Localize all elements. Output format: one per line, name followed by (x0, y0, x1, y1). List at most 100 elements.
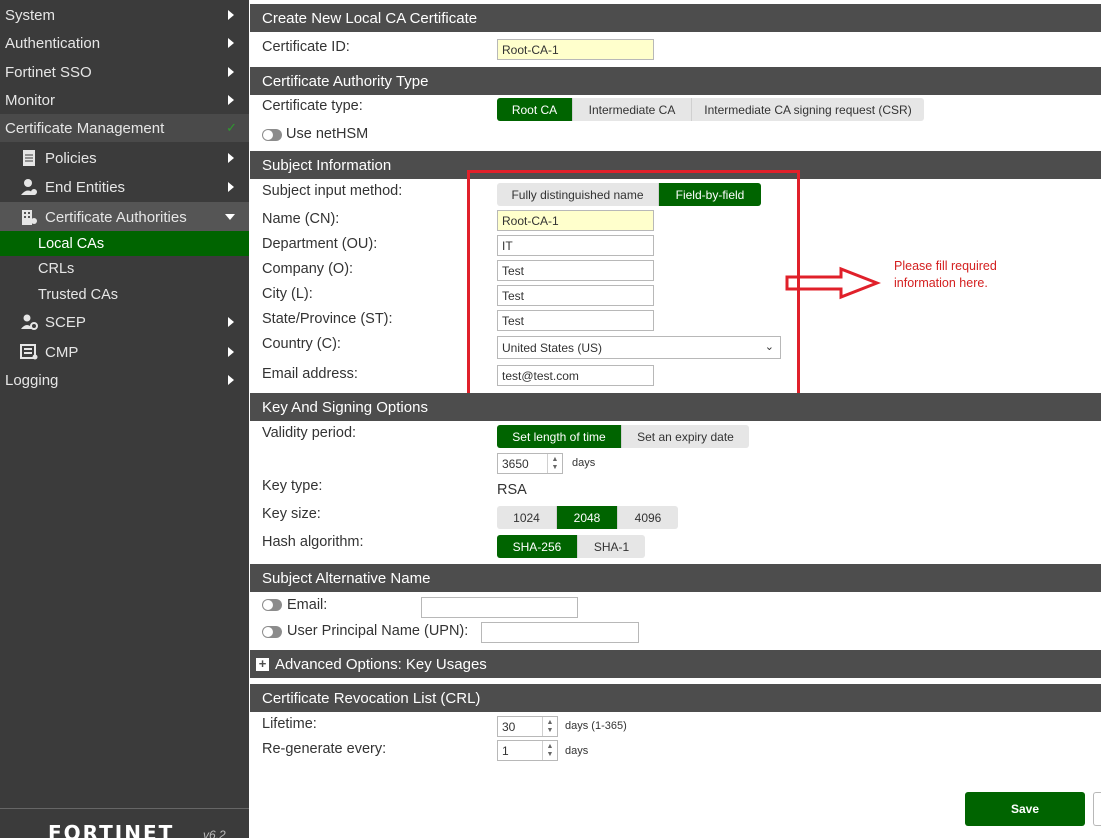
nav-end-entities[interactable]: End Entities (0, 172, 249, 202)
document-icon (20, 149, 38, 167)
validity-label: Validity period: (262, 425, 357, 441)
sidebar-footer: FORTINET v6.2 (0, 808, 249, 838)
cancel-button[interactable] (1093, 792, 1101, 826)
cert-type-intermediate-ca[interactable]: Intermediate CA (573, 98, 692, 121)
nav-monitor[interactable]: Monitor (0, 86, 249, 114)
regen-stepper[interactable]: 1 ▲ ▼ (497, 740, 558, 761)
nav-crls-label: CRLs (38, 260, 75, 277)
nav-monitor-label: Monitor (5, 91, 56, 109)
lifetime-stepper[interactable]: 30 ▲ ▼ (497, 716, 558, 737)
cert-type-selector: Root CA Intermediate CA Intermediate CA … (497, 98, 924, 121)
advanced-header[interactable]: + Advanced Options: Key Usages (250, 650, 1101, 678)
nav-logging[interactable]: Logging (0, 366, 249, 394)
nethsm-toggle[interactable] (262, 129, 282, 141)
stepper-arrows-icon[interactable]: ▲ ▼ (547, 454, 562, 473)
nav-certificate-management-label: Certificate Management (5, 119, 165, 137)
key-size-2048[interactable]: 2048 (557, 506, 618, 529)
subject-input-label: Subject input method: (262, 183, 403, 199)
key-size-selector: 1024 2048 4096 (497, 506, 678, 529)
nav-certificate-authorities-label: Certificate Authorities (45, 208, 187, 226)
email-label: Email address: (262, 366, 358, 382)
lifetime-value: 30 (502, 719, 516, 734)
san-header: Subject Alternative Name (250, 564, 1101, 592)
validity-expiry-date[interactable]: Set an expiry date (622, 425, 749, 448)
country-label: Country (C): (262, 336, 341, 352)
key-size-4096[interactable]: 4096 (618, 506, 678, 529)
chevron-right-icon (228, 347, 234, 357)
cert-type-csr[interactable]: Intermediate CA signing request (CSR) (692, 98, 924, 121)
nav-policies[interactable]: Policies (0, 143, 249, 173)
state-label: State/Province (ST): (262, 311, 393, 327)
san-email-toggle[interactable] (262, 599, 282, 611)
lifetime-label: Lifetime: (262, 716, 317, 732)
hash-sha1[interactable]: SHA-1 (578, 535, 645, 558)
main-panel: Create New Local CA Certificate Certific… (250, 0, 1101, 838)
nav-certificate-authorities[interactable]: Certificate Authorities (0, 202, 249, 232)
sidebar: System Authentication Fortinet SSO Monit… (0, 0, 249, 838)
nav-fortinet-sso[interactable]: Fortinet SSO (0, 58, 249, 86)
validity-selector: Set length of time Set an expiry date (497, 425, 749, 448)
validity-days-stepper[interactable]: 3650 ▲ ▼ (497, 453, 563, 474)
crl-header: Certificate Revocation List (CRL) (250, 684, 1101, 712)
nav-local-cas[interactable]: Local CAs (0, 231, 249, 256)
save-button[interactable]: Save (965, 792, 1085, 826)
nav-trusted-cas[interactable]: Trusted CAs (0, 282, 249, 307)
nav-crls[interactable]: CRLs (0, 256, 249, 281)
nav-scep-label: SCEP (45, 313, 86, 331)
nav-logging-label: Logging (5, 371, 59, 389)
chevron-right-icon (228, 95, 234, 105)
stepper-arrows-icon[interactable]: ▲ ▼ (542, 741, 557, 760)
users-gear-icon (20, 313, 38, 331)
hash-label: Hash algorithm: (262, 534, 364, 550)
nav-system[interactable]: System (0, 1, 249, 29)
validity-days-unit: days (572, 457, 596, 469)
expand-plus-icon[interactable]: + (256, 657, 269, 671)
key-size-1024[interactable]: 1024 (497, 506, 557, 529)
nav-certificate-management[interactable]: Certificate Management ✓ (0, 114, 249, 142)
name-label: Name (CN): (262, 211, 340, 227)
chevron-right-icon (228, 182, 234, 192)
nav-authentication[interactable]: Authentication (0, 29, 249, 57)
annotation-text: Please fill required information here. (894, 259, 997, 290)
chevron-right-icon (228, 67, 234, 77)
city-label: City (L): (262, 286, 313, 302)
nethsm-label: Use netHSM (286, 126, 369, 142)
cert-type-label: Certificate type: (262, 98, 363, 114)
arrow-right-icon (785, 266, 881, 300)
san-upn-input[interactable] (481, 622, 639, 643)
nav-scep[interactable]: SCEP (0, 307, 249, 337)
advanced-header-label: Advanced Options: Key Usages (275, 655, 487, 673)
chevron-right-icon (228, 38, 234, 48)
nav-end-entities-label: End Entities (45, 178, 126, 196)
nav-local-cas-label: Local CAs (38, 235, 105, 252)
hash-sha256[interactable]: SHA-256 (497, 535, 578, 558)
nav-trusted-cas-label: Trusted CAs (38, 286, 119, 303)
validity-set-length[interactable]: Set length of time (497, 425, 622, 448)
validity-days-value: 3650 (502, 456, 529, 471)
list-icon (20, 343, 38, 361)
cert-id-input[interactable]: Root-CA-1 (497, 39, 654, 60)
hash-selector: SHA-256 SHA-1 (497, 535, 645, 558)
stepper-arrows-icon[interactable]: ▲ ▼ (542, 717, 557, 736)
highlight-box (467, 170, 800, 402)
lifetime-unit: days (1-365) (565, 720, 627, 732)
nav-cmp-label: CMP (45, 343, 79, 361)
expand-icon: ✓ (226, 120, 237, 135)
building-icon (20, 208, 38, 226)
nav-cmp[interactable]: CMP (0, 337, 249, 367)
san-upn-toggle[interactable] (262, 626, 282, 638)
san-email-input[interactable] (421, 597, 578, 618)
key-type-value: RSA (497, 482, 527, 498)
nav-policies-label: Policies (45, 149, 97, 167)
user-key-icon (20, 178, 38, 196)
key-size-label: Key size: (262, 506, 321, 522)
regen-value: 1 (502, 743, 509, 758)
chevron-down-icon (225, 214, 235, 220)
cert-id-label: Certificate ID: (262, 39, 350, 55)
fortinet-logo: FORTINET (48, 821, 175, 838)
cert-type-root-ca[interactable]: Root CA (497, 98, 573, 121)
page-title: Create New Local CA Certificate (250, 4, 1101, 32)
version-label: v6.2 (203, 828, 226, 838)
nav-fortinet-sso-label: Fortinet SSO (5, 63, 92, 81)
san-upn-label: User Principal Name (UPN): (287, 623, 469, 639)
